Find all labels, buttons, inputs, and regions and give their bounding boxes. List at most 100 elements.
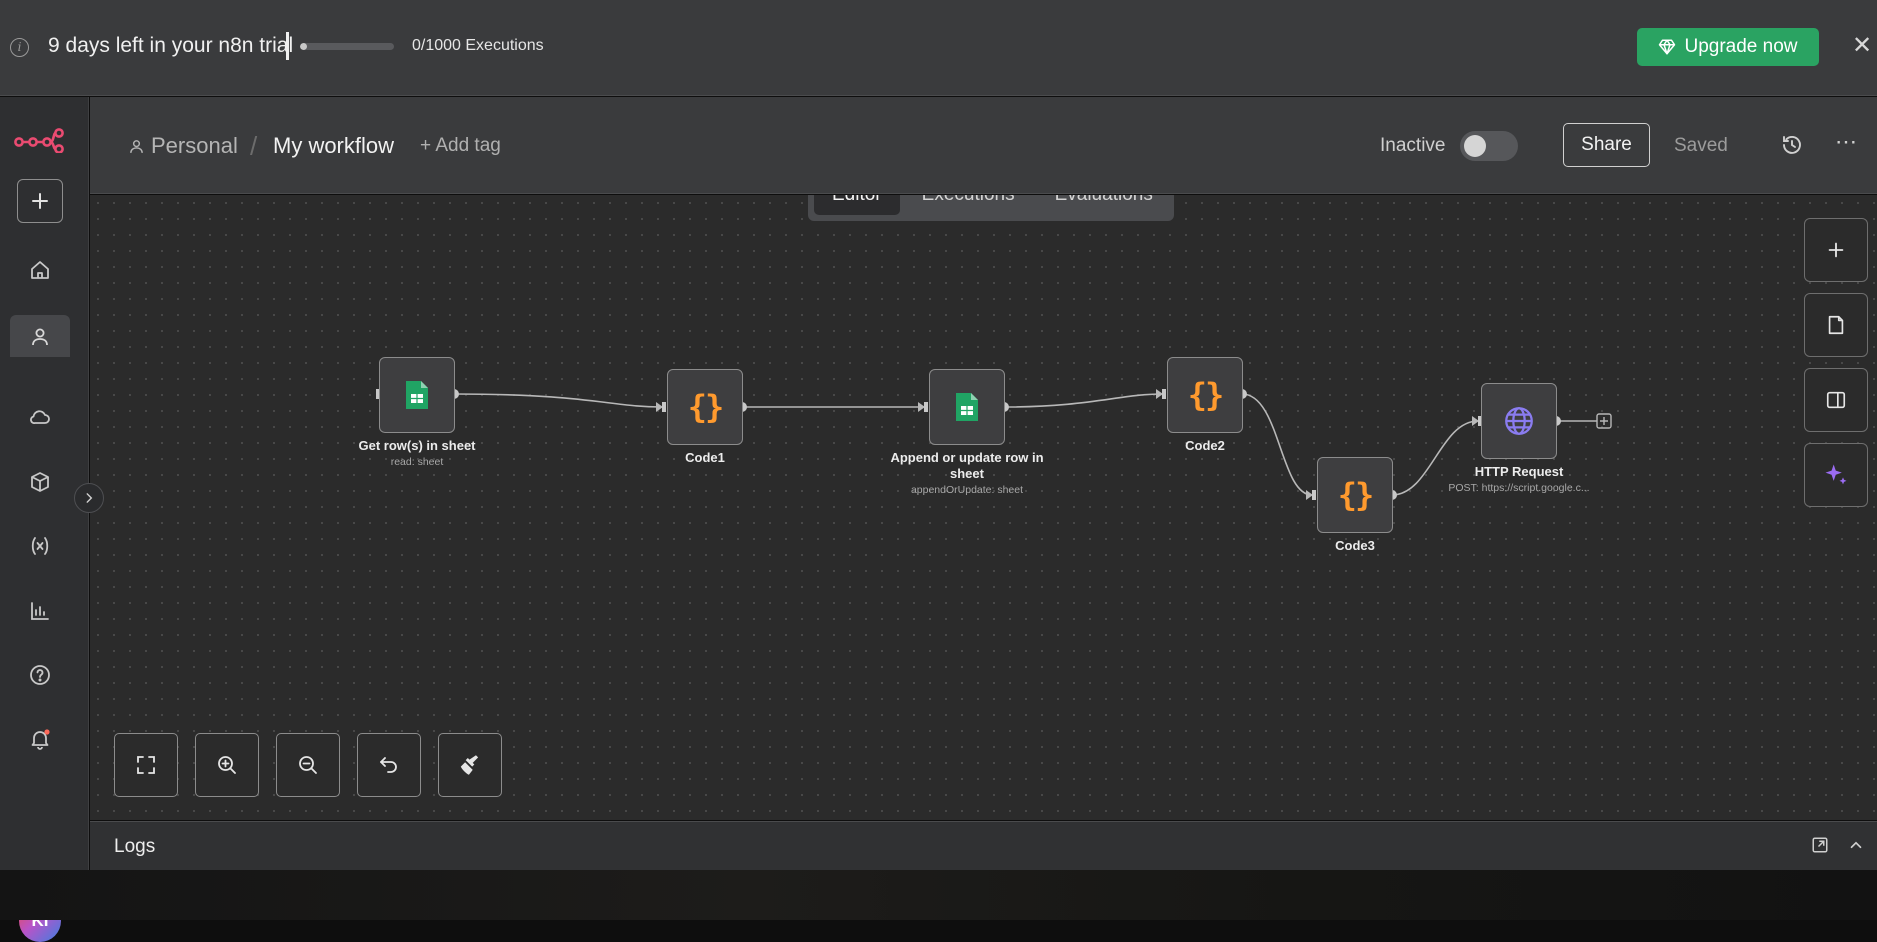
pop-out-logs-button[interactable] — [1811, 836, 1831, 856]
tab-evaluations[interactable]: Evaluations — [1037, 195, 1171, 215]
sidebar-item-cloud[interactable] — [15, 392, 65, 442]
tab-executions[interactable]: Executions — [904, 195, 1033, 215]
trial-banner: i 9 days left in your n8n trial 0/1000 E… — [0, 0, 1877, 96]
sidebar-item-variables[interactable] — [15, 521, 65, 571]
sticky-note-icon — [1828, 315, 1844, 335]
code-braces-icon: {} — [1187, 376, 1225, 414]
workflow-name[interactable]: My workflow — [273, 133, 394, 159]
expand-sidebar-button[interactable] — [74, 483, 104, 513]
executions-progress-bar — [300, 43, 394, 50]
add-button[interactable] — [17, 179, 63, 223]
diamond-icon — [1659, 39, 1676, 55]
node-label: HTTP Request — [1474, 464, 1564, 479]
zoom-in-button[interactable] — [195, 733, 259, 797]
close-icon[interactable]: ✕ — [1852, 32, 1872, 60]
ai-assistant-button[interactable] — [1804, 443, 1868, 507]
upgrade-now-button[interactable]: Upgrade now — [1637, 28, 1819, 66]
view-tabs: Editor Executions Evaluations — [808, 195, 1174, 221]
upgrade-now-label: Upgrade now — [1684, 36, 1798, 57]
code-braces-icon: {} — [687, 388, 725, 426]
workflow-canvas[interactable]: Editor Executions Evaluations — [90, 195, 1877, 820]
tidy-up-button[interactable] — [438, 733, 502, 797]
sidebar-item-notifications[interactable] — [15, 714, 65, 764]
variables-icon — [31, 537, 49, 555]
expand-logs-button[interactable] — [1847, 836, 1867, 856]
user-icon — [32, 328, 48, 346]
logs-panel-header[interactable]: Logs — [90, 821, 1877, 870]
project-name: Personal — [151, 133, 238, 158]
home-icon — [31, 261, 49, 279]
chart-icon — [31, 602, 49, 620]
google-sheets-icon — [406, 381, 428, 409]
workflow-header: Personal / My workflow + Add tag Inactiv… — [90, 97, 1877, 194]
toggle-panel-button[interactable] — [1804, 368, 1868, 432]
broom-icon — [460, 755, 479, 775]
n8n-logo[interactable] — [14, 127, 64, 154]
tab-editor[interactable]: Editor — [814, 195, 900, 215]
workflow-status-label: Inactive — [1380, 135, 1446, 156]
toggle-knob — [1464, 135, 1486, 157]
chevron-right-icon — [86, 493, 93, 503]
undo-button[interactable] — [357, 733, 421, 797]
node-code3[interactable]: {} — [1317, 457, 1393, 533]
zoom-out-icon — [299, 756, 317, 774]
node-code2[interactable]: {} — [1167, 357, 1243, 433]
box-icon — [31, 472, 49, 492]
logs-label: Logs — [114, 836, 156, 857]
zoom-in-icon — [218, 756, 236, 774]
sidebar-item-insights[interactable] — [15, 586, 65, 636]
add-node-button[interactable] — [1804, 218, 1868, 282]
zoom-out-button[interactable] — [276, 733, 340, 797]
share-button[interactable]: Share — [1563, 123, 1650, 167]
breadcrumb-separator: / — [250, 131, 258, 161]
sidebar-item-personal[interactable] — [10, 315, 70, 357]
panel-icon — [1826, 391, 1846, 409]
executions-progress-fill — [300, 43, 307, 50]
history-button[interactable] — [1780, 133, 1806, 159]
bell-icon — [31, 729, 50, 750]
add-sticky-note-button[interactable] — [1804, 293, 1868, 357]
node-label: Code3 — [1335, 538, 1375, 553]
node-append-or-update-row[interactable] — [929, 369, 1005, 445]
fullscreen-icon — [137, 756, 155, 774]
node-subtitle: read: sheet — [390, 456, 444, 468]
saved-status: Saved — [1674, 135, 1728, 156]
more-options-button[interactable]: ⋯ — [1835, 129, 1858, 155]
globe-icon — [1505, 407, 1533, 435]
info-icon: i — [10, 38, 29, 57]
active-toggle[interactable] — [1460, 131, 1518, 161]
node-code1[interactable]: {} — [667, 369, 743, 445]
history-icon — [1783, 135, 1801, 154]
fit-view-button[interactable] — [114, 733, 178, 797]
node-subtitle: POST: https://script.google.c... — [1448, 482, 1590, 494]
sidebar-item-help[interactable] — [15, 650, 65, 700]
node-get-rows-in-sheet[interactable] — [379, 357, 455, 433]
node-label: Get row(s) in sheet — [358, 438, 476, 453]
executions-count: 0/1000 Executions — [412, 37, 544, 54]
node-http-request[interactable] — [1481, 383, 1557, 459]
connections-layer — [376, 389, 1612, 500]
undo-icon — [380, 757, 397, 773]
user-icon — [130, 139, 143, 153]
sidebar-item-overview[interactable] — [15, 245, 65, 295]
node-label: Append or update row in sheet — [890, 450, 1044, 481]
trial-divider — [286, 32, 289, 60]
plus-icon — [1828, 242, 1844, 258]
plus-icon — [32, 193, 48, 209]
trial-days-text: 9 days left in your n8n trial — [48, 34, 294, 57]
breadcrumb-project[interactable]: Personal — [128, 133, 238, 159]
left-sidebar: KI — [0, 97, 89, 942]
help-icon — [30, 665, 50, 685]
google-sheets-icon — [956, 393, 978, 421]
add-tag-button[interactable]: + Add tag — [420, 135, 501, 157]
background-strip — [0, 870, 1877, 920]
node-label: Code1 — [685, 450, 725, 465]
chevron-up-icon — [1850, 841, 1862, 849]
sparkles-icon — [1825, 464, 1847, 485]
node-subtitle: appendOrUpdate: sheet — [910, 484, 1024, 496]
code-braces-icon: {} — [1337, 476, 1375, 514]
node-label: Code2 — [1185, 438, 1225, 453]
sidebar-item-templates[interactable] — [15, 457, 65, 507]
pop-out-icon — [1812, 837, 1828, 853]
cloud-icon — [30, 410, 50, 424]
